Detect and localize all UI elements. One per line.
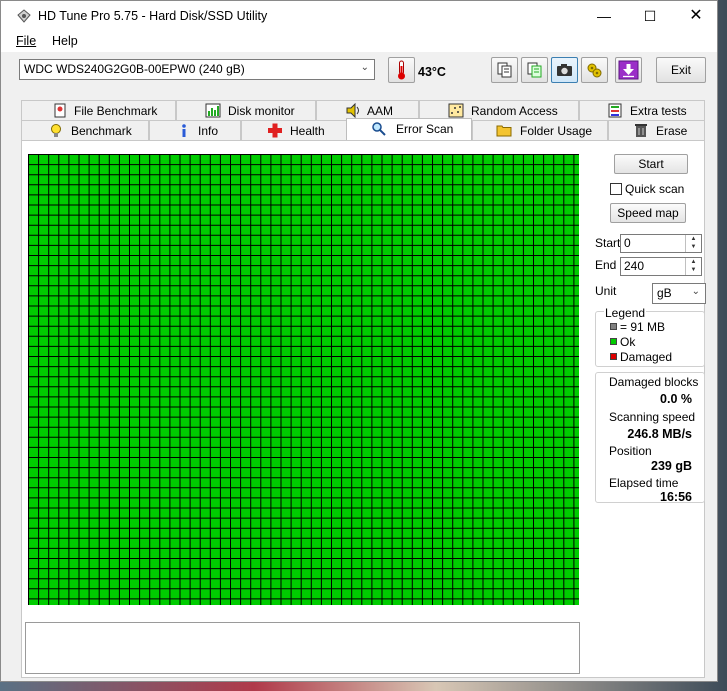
start-scan-button[interactable]: Start <box>614 154 688 174</box>
legend-item-label: Ok <box>620 335 636 349</box>
copy-info-button[interactable] <box>491 57 518 83</box>
download-arrow-icon <box>618 60 639 80</box>
menu-help[interactable]: Help <box>52 34 78 48</box>
tab-error-scan[interactable]: Error Scan <box>346 118 472 140</box>
random-access-icon <box>448 103 464 118</box>
app-logo-icon <box>17 9 31 23</box>
scan-block-grid <box>28 154 579 605</box>
copy-all-button[interactable] <box>521 57 548 83</box>
screenshot-button[interactable] <box>551 57 578 83</box>
spinner-arrows-icon[interactable]: ▲ ▼ <box>685 258 701 275</box>
elapsed-time-value: 16:56 <box>660 490 692 504</box>
tab-label: File Benchmark <box>74 104 158 118</box>
lightbulb-icon <box>51 124 61 137</box>
disk-monitor-icon <box>205 103 221 118</box>
copy-icon <box>497 62 512 78</box>
tab-label: Health <box>290 124 325 138</box>
legend-box: Legend = 91 MB Ok Damaged <box>595 306 705 367</box>
error-scan-panel: Start Quick scan Speed map Start 0 ▲ ▼ En… <box>21 140 706 678</box>
damaged-blocks-value: 0.0 % <box>660 392 692 406</box>
legend-swatch-block <box>610 323 617 330</box>
tab-label: Error Scan <box>396 122 454 136</box>
quick-scan-label: Quick scan <box>625 182 685 196</box>
temperature-value: 43°C <box>418 65 446 79</box>
tab-label: Info <box>198 124 219 138</box>
menu-bar: File Help <box>1 31 717 52</box>
tab-extra-tests[interactable]: Extra tests <box>579 100 705 120</box>
position-value: 239 gB <box>651 459 692 473</box>
tab-info[interactable]: Info <box>149 120 241 140</box>
end-field[interactable]: 240 ▲ ▼ <box>620 257 702 276</box>
legend-item-label: Damaged <box>620 350 673 364</box>
minimize-button[interactable]: — <box>581 1 627 31</box>
magnifier-icon <box>372 122 386 136</box>
tab-aam[interactable]: AAM <box>316 100 419 120</box>
quick-scan-checkbox[interactable] <box>610 183 622 195</box>
thermometer-icon <box>398 60 405 80</box>
menu-file[interactable]: File <box>16 34 36 48</box>
tab-erase[interactable]: Erase <box>608 120 705 140</box>
scan-grid-ok-blocks <box>28 154 579 605</box>
options-button[interactable] <box>581 57 608 83</box>
tab-random-access[interactable]: Random Access <box>419 100 579 120</box>
folder-icon <box>496 125 512 137</box>
elapsed-time-label: Elapsed time <box>609 476 679 490</box>
tab-label: Erase <box>656 124 688 138</box>
close-button[interactable]: ✕ <box>673 1 719 31</box>
health-cross-icon <box>268 123 282 138</box>
unit-select[interactable]: gB ⌄ <box>652 283 706 304</box>
tab-health[interactable]: Health <box>241 120 347 140</box>
start-label: Start <box>595 236 621 250</box>
maximize-button[interactable]: ☐ <box>627 1 673 31</box>
unit-label: Unit <box>595 284 617 298</box>
speed-map-button[interactable]: Speed map <box>610 203 686 223</box>
position-label: Position <box>609 444 652 458</box>
file-benchmark-icon <box>54 103 66 118</box>
tab-label: Extra tests <box>630 104 687 118</box>
extra-tests-icon <box>608 103 622 118</box>
damaged-blocks-label: Damaged blocks <box>609 375 699 389</box>
tab-benchmark[interactable]: Benchmark <box>21 120 149 140</box>
chevron-down-icon: ⌄ <box>691 286 700 297</box>
toolbar: WDC WDS240G2G0B-00EPW0 (240 gB) ⌄ 43°C E… <box>1 52 717 94</box>
app-window: HD Tune Pro 5.75 - Hard Disk/SSD Utility… <box>0 0 718 682</box>
tab-label: Disk monitor <box>228 104 295 118</box>
stats-box: Damaged blocks 0.0 % Scanning speed 246.… <box>595 372 705 504</box>
start-value: 0 <box>624 236 631 250</box>
info-icon <box>182 124 186 137</box>
save-button[interactable] <box>615 57 642 83</box>
end-label: End <box>595 258 617 272</box>
scanning-speed-label: Scanning speed <box>609 410 696 424</box>
chevron-down-icon: ⌄ <box>360 62 369 73</box>
end-value: 240 <box>624 259 645 273</box>
tab-label: Random Access <box>471 104 558 118</box>
start-field[interactable]: 0 ▲ ▼ <box>620 234 702 253</box>
tab-file-benchmark[interactable]: File Benchmark <box>21 100 176 120</box>
tab-label: Folder Usage <box>520 124 593 138</box>
unit-value: gB <box>657 286 672 300</box>
tab-label: AAM <box>367 104 394 118</box>
temperature-button[interactable] <box>388 57 415 83</box>
scan-log-box <box>25 622 580 674</box>
tab-folder-usage[interactable]: Folder Usage <box>472 120 608 140</box>
spinner-arrows-icon[interactable]: ▲ ▼ <box>685 235 701 252</box>
legend-title: Legend <box>604 306 647 320</box>
options-icon <box>587 63 602 78</box>
copy-all-icon <box>527 62 542 78</box>
trash-icon <box>635 124 647 137</box>
drive-select-value: WDC WDS240G2G0B-00EPW0 (240 gB) <box>24 62 245 76</box>
exit-button[interactable]: Exit <box>656 57 706 83</box>
title-bar[interactable]: HD Tune Pro 5.75 - Hard Disk/SSD Utility… <box>1 1 717 31</box>
tab-disk-monitor[interactable]: Disk monitor <box>176 100 316 120</box>
legend-swatch-damaged <box>610 353 617 360</box>
legend-swatch-ok <box>610 338 617 345</box>
tab-label: Benchmark <box>71 124 132 138</box>
speaker-icon <box>346 103 359 118</box>
legend-item-label: = 91 MB <box>620 320 666 334</box>
window-title: HD Tune Pro 5.75 - Hard Disk/SSD Utility <box>38 9 268 23</box>
camera-icon <box>557 64 572 76</box>
drive-select[interactable]: WDC WDS240G2G0B-00EPW0 (240 gB) ⌄ <box>19 59 375 80</box>
scanning-speed-value: 246.8 MB/s <box>627 427 692 441</box>
